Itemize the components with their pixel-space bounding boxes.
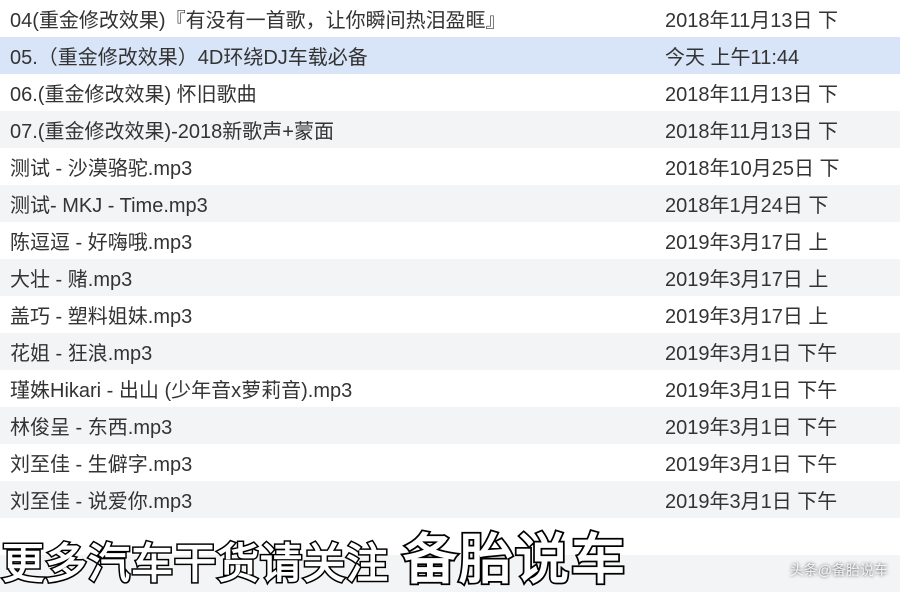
file-row[interactable]: 测试- MKJ - Time.mp32018年1月24日 下 (0, 185, 900, 222)
file-name: 刘至佳 - 生僻字.mp3 (0, 448, 665, 477)
file-name: 花姐 - 狂浪.mp3 (0, 337, 665, 366)
file-name: 测试- MKJ - Time.mp3 (0, 189, 665, 218)
file-row[interactable]: 林俊呈 - 东西.mp32019年3月1日 下午 (0, 407, 900, 444)
file-date: 2019年3月17日 上 (665, 300, 900, 329)
file-date: 2019年3月1日 下午 (665, 411, 900, 440)
file-row[interactable]: 测试 - 沙漠骆驼.mp32018年10月25日 下 (0, 148, 900, 185)
file-name: 05.（重金修改效果）4D环绕DJ车载必备 (0, 41, 665, 70)
file-date: 2018年1月24日 下 (665, 189, 900, 218)
file-row[interactable]: 06.(重金修改效果) 怀旧歌曲2018年11月13日 下 (0, 74, 900, 111)
file-row[interactable]: 瑾姝Hikari - 出山 (少年音x萝莉音).mp32019年3月1日 下午 (0, 370, 900, 407)
file-date: 2018年11月13日 下 (665, 115, 900, 144)
file-row[interactable]: 盖巧 - 塑料姐妹.mp32019年3月17日 上 (0, 296, 900, 333)
file-row[interactable] (0, 555, 900, 592)
file-name: 盖巧 - 塑料姐妹.mp3 (0, 300, 665, 329)
file-name: 林俊呈 - 东西.mp3 (0, 411, 665, 440)
file-row[interactable]: 大壮 - 赌.mp32019年3月17日 上 (0, 259, 900, 296)
file-row[interactable]: 刘至佳 - 说爱你.mp32019年3月1日 下午 (0, 481, 900, 518)
file-name: 06.(重金修改效果) 怀旧歌曲 (0, 78, 665, 107)
file-date: 今天 上午11:44 (665, 41, 900, 70)
file-row[interactable]: 04(重金修改效果)『有没有一首歌，让你瞬间热泪盈眶』2018年11月13日 下 (0, 0, 900, 37)
file-date: 2019年3月17日 上 (665, 263, 900, 292)
file-row[interactable]: 05.（重金修改效果）4D环绕DJ车载必备今天 上午11:44 (0, 37, 900, 74)
file-row[interactable]: 花姐 - 狂浪.mp32019年3月1日 下午 (0, 333, 900, 370)
file-date: 2018年11月13日 下 (665, 4, 900, 33)
file-list: 04(重金修改效果)『有没有一首歌，让你瞬间热泪盈眶』2018年11月13日 下… (0, 0, 900, 592)
file-row[interactable]: 陈逗逗 - 好嗨哦.mp32019年3月17日 上 (0, 222, 900, 259)
file-date: 2018年10月25日 下 (665, 152, 900, 181)
file-date: 2019年3月1日 下午 (665, 337, 900, 366)
file-date: 2019年3月1日 下午 (665, 448, 900, 477)
file-row[interactable]: 刘至佳 - 生僻字.mp32019年3月1日 下午 (0, 444, 900, 481)
file-date: 2019年3月1日 下午 (665, 485, 900, 514)
file-name: 陈逗逗 - 好嗨哦.mp3 (0, 226, 665, 255)
file-date: 2018年11月13日 下 (665, 78, 900, 107)
file-date: 2019年3月1日 下午 (665, 374, 900, 403)
file-date: 2019年3月17日 上 (665, 226, 900, 255)
file-name: 07.(重金修改效果)-2018新歌声+蒙面 (0, 115, 665, 144)
file-row[interactable] (0, 518, 900, 555)
file-name: 刘至佳 - 说爱你.mp3 (0, 485, 665, 514)
file-name: 大壮 - 赌.mp3 (0, 263, 665, 292)
file-name: 瑾姝Hikari - 出山 (少年音x萝莉音).mp3 (0, 374, 665, 403)
file-name: 测试 - 沙漠骆驼.mp3 (0, 152, 665, 181)
file-row[interactable]: 07.(重金修改效果)-2018新歌声+蒙面2018年11月13日 下 (0, 111, 900, 148)
file-name: 04(重金修改效果)『有没有一首歌，让你瞬间热泪盈眶』 (0, 4, 665, 33)
